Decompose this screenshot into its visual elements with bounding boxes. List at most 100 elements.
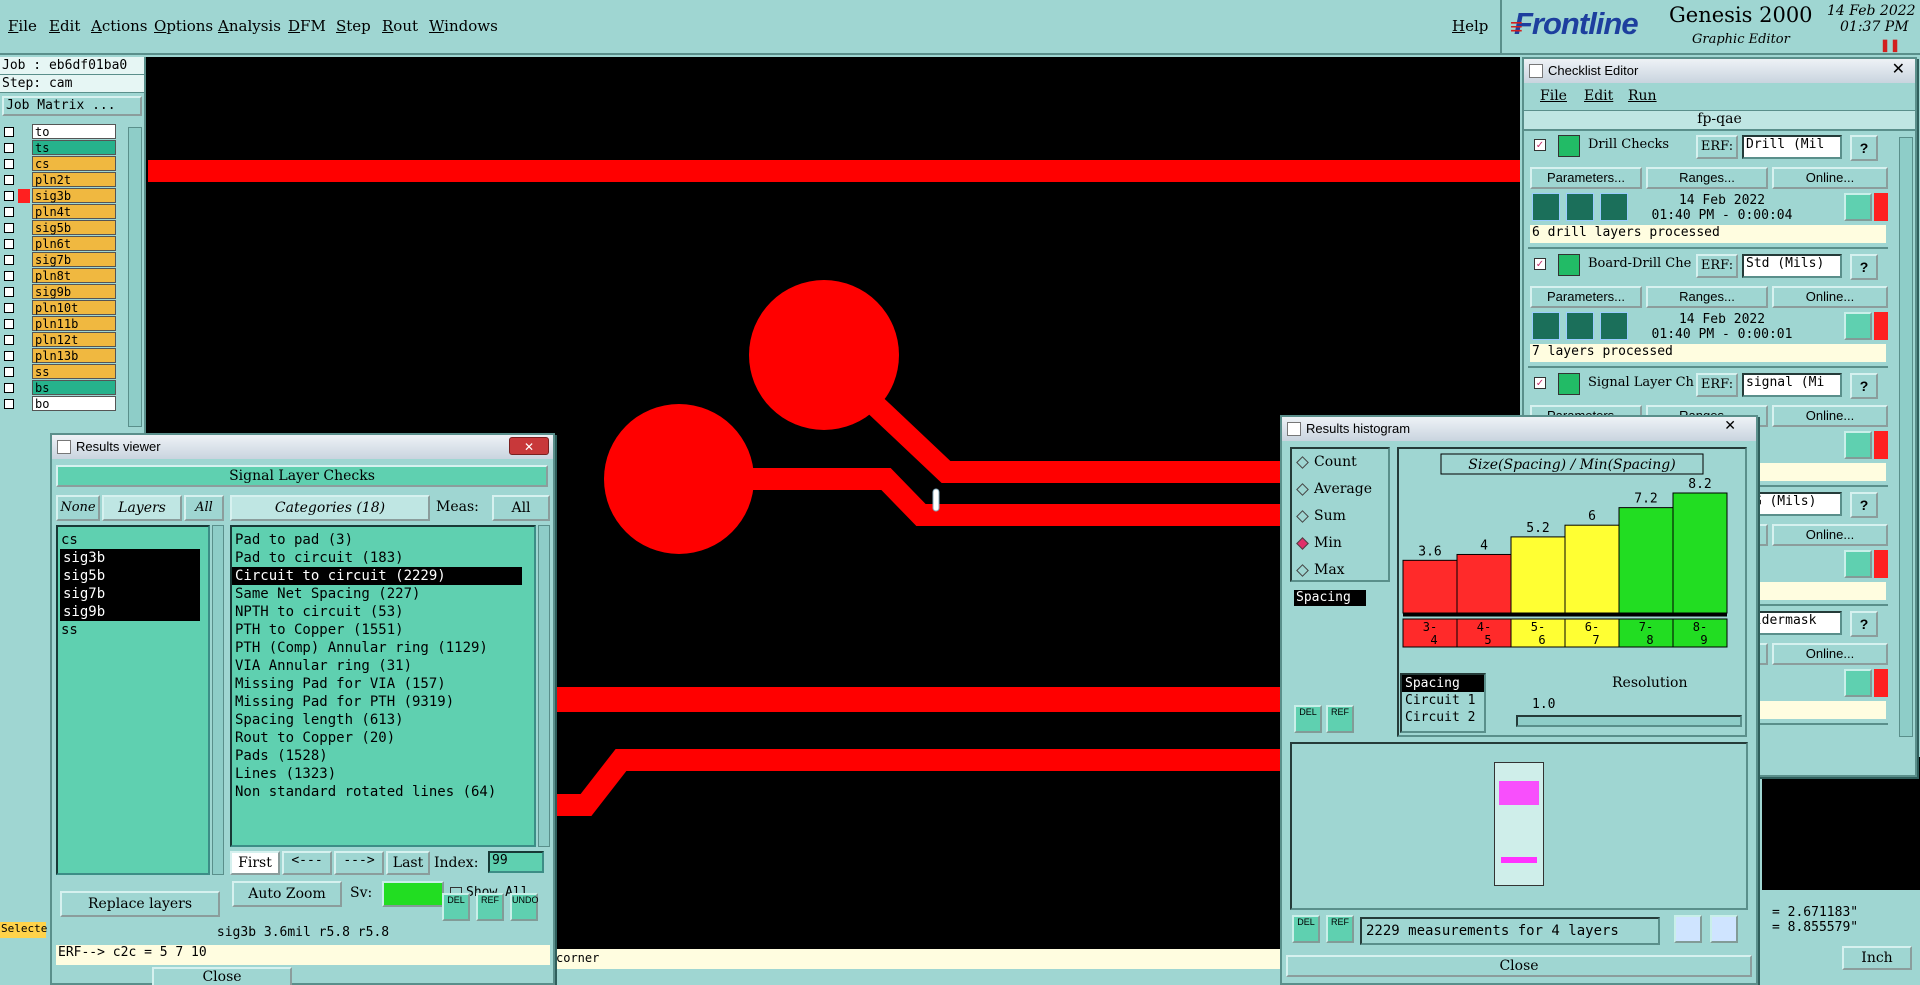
menu-edit[interactable]: Edit bbox=[49, 17, 80, 35]
hist-option[interactable]: Sum bbox=[1292, 503, 1388, 530]
meas-select[interactable]: All bbox=[492, 495, 550, 521]
help-icon[interactable]: ? bbox=[1850, 492, 1878, 518]
category-item[interactable]: Missing Pad for VIA (157) bbox=[232, 675, 534, 693]
layer-name[interactable]: to bbox=[32, 124, 116, 139]
layer-name[interactable]: ss bbox=[32, 364, 116, 379]
layer-checkbox[interactable] bbox=[4, 159, 14, 169]
last-button[interactable]: Last bbox=[386, 851, 430, 875]
close-icon[interactable]: ✕ bbox=[509, 437, 549, 455]
layer-name[interactable]: ts bbox=[32, 140, 116, 155]
layer-list-item[interactable]: sig7b bbox=[60, 585, 200, 603]
category-item[interactable]: Spacing length (613) bbox=[232, 711, 534, 729]
index-input[interactable]: 99 bbox=[488, 851, 544, 873]
checklist-scrollbar[interactable] bbox=[1899, 137, 1913, 737]
hist-option[interactable]: Max bbox=[1292, 557, 1388, 584]
menu-help[interactable]: Help bbox=[1452, 17, 1488, 35]
layer-row[interactable]: pln12t bbox=[0, 332, 144, 348]
help-icon[interactable]: ? bbox=[1850, 135, 1878, 161]
cl-menu-edit[interactable]: Edit bbox=[1584, 88, 1613, 104]
ref-icon[interactable]: REF bbox=[476, 893, 504, 921]
del-icon[interactable]: DEL bbox=[442, 893, 470, 921]
category-item[interactable]: PTH to Copper (1551) bbox=[232, 621, 534, 639]
zoom-icon[interactable] bbox=[1844, 669, 1872, 697]
bar[interactable] bbox=[1456, 553, 1512, 614]
layer-checkbox[interactable] bbox=[4, 399, 14, 409]
bar[interactable] bbox=[1564, 524, 1620, 614]
category-item[interactable]: Missing Pad for PTH (9319) bbox=[232, 693, 534, 711]
layer-name[interactable]: pln8t bbox=[32, 268, 116, 283]
layer-row[interactable]: sig5b bbox=[0, 220, 144, 236]
menu-dfm[interactable]: DFM bbox=[288, 17, 326, 35]
hist-option[interactable]: Average bbox=[1292, 476, 1388, 503]
layer-checkbox[interactable] bbox=[4, 303, 14, 313]
bar[interactable] bbox=[1618, 507, 1674, 614]
layer-checkbox[interactable] bbox=[4, 127, 14, 137]
category-item[interactable]: Same Net Spacing (227) bbox=[232, 585, 534, 603]
layer-checkbox[interactable] bbox=[4, 191, 14, 201]
zoom-icon[interactable] bbox=[1844, 312, 1872, 340]
hist-option[interactable]: Count bbox=[1292, 449, 1388, 476]
close-icon[interactable]: ✕ bbox=[1892, 59, 1905, 79]
layer-checkbox[interactable] bbox=[4, 271, 14, 281]
replace-layers-select[interactable]: Replace layers bbox=[60, 891, 220, 917]
layer-list-item[interactable]: sig5b bbox=[60, 567, 200, 585]
category-item[interactable]: Non standard rotated lines (64) bbox=[232, 783, 534, 801]
layer-checkbox[interactable] bbox=[4, 383, 14, 393]
layer-name[interactable]: pln11b bbox=[32, 316, 116, 331]
layers-listbox[interactable]: cs sig3b sig5b sig7b sig9b ss bbox=[56, 525, 210, 875]
erf-select[interactable]: Drill (Mil bbox=[1742, 135, 1842, 159]
categories-listbox-scroll[interactable] bbox=[538, 525, 550, 847]
hist-ref-icon[interactable]: REF bbox=[1326, 705, 1354, 733]
ranges-button[interactable]: Ranges... bbox=[1646, 286, 1768, 308]
prev-button[interactable]: <--- bbox=[282, 851, 332, 875]
left-scrollbar[interactable] bbox=[128, 127, 142, 427]
zoom-icon[interactable] bbox=[1844, 431, 1872, 459]
legend-item[interactable]: Circuit 1 bbox=[1402, 692, 1484, 709]
run-icon[interactable] bbox=[1532, 193, 1560, 221]
online-button[interactable]: Online... bbox=[1772, 524, 1888, 546]
online-button[interactable]: Online... bbox=[1772, 167, 1888, 189]
layer-name[interactable]: bo bbox=[32, 396, 116, 411]
layer-row[interactable]: sig9b bbox=[0, 284, 144, 300]
auto-zoom-select[interactable]: Auto Zoom bbox=[232, 881, 342, 907]
layer-row[interactable]: pln11b bbox=[0, 316, 144, 332]
layer-name[interactable]: sig5b bbox=[32, 220, 116, 235]
help-icon[interactable]: ? bbox=[1850, 373, 1878, 399]
layer-name[interactable]: pln12t bbox=[32, 332, 116, 347]
layer-checkbox[interactable] bbox=[4, 175, 14, 185]
none-button[interactable]: None bbox=[56, 495, 100, 521]
spacing-selection[interactable]: Spacing bbox=[1294, 590, 1366, 606]
resolution-slider[interactable] bbox=[1516, 715, 1742, 727]
next-button[interactable]: ---> bbox=[334, 851, 384, 875]
run-icon[interactable] bbox=[1566, 193, 1594, 221]
layer-name[interactable]: pln6t bbox=[32, 236, 116, 251]
layer-name[interactable]: pln10t bbox=[32, 300, 116, 315]
chart-icon-2[interactable] bbox=[1710, 915, 1738, 943]
layer-checkbox[interactable] bbox=[4, 255, 14, 265]
menu-rout[interactable]: Rout bbox=[382, 17, 418, 35]
undo-icon[interactable]: UNDO bbox=[510, 893, 539, 921]
layer-row[interactable]: ts bbox=[0, 140, 144, 156]
chart-icon-1[interactable] bbox=[1674, 915, 1702, 943]
run-icon[interactable] bbox=[1600, 193, 1628, 221]
bar[interactable] bbox=[1402, 559, 1458, 614]
menu-windows[interactable]: Windows bbox=[429, 17, 498, 35]
layer-row[interactable]: pln13b bbox=[0, 348, 144, 364]
rv-close-button[interactable]: Close bbox=[152, 967, 292, 985]
layer-row[interactable]: sig3b bbox=[0, 188, 144, 204]
check-enable-checkbox[interactable]: ✓ bbox=[1534, 377, 1546, 389]
layer-name[interactable]: sig3b bbox=[32, 188, 116, 203]
zoom-icon[interactable] bbox=[1844, 550, 1872, 578]
hist-ref2-icon[interactable]: REF bbox=[1326, 915, 1354, 943]
layer-name[interactable]: sig9b bbox=[32, 284, 116, 299]
layer-list-item[interactable]: sig9b bbox=[60, 603, 200, 621]
sv-color-select[interactable] bbox=[382, 881, 444, 907]
first-button[interactable]: First bbox=[230, 851, 280, 875]
layer-checkbox[interactable] bbox=[4, 351, 14, 361]
layer-checkbox[interactable] bbox=[4, 223, 14, 233]
layer-list-item[interactable]: sig3b bbox=[60, 549, 200, 567]
menu-file[interactable]: File bbox=[8, 17, 37, 35]
check-enable-checkbox[interactable]: ✓ bbox=[1534, 258, 1546, 270]
layer-checkbox[interactable] bbox=[4, 143, 14, 153]
layer-row[interactable]: sig7b bbox=[0, 252, 144, 268]
